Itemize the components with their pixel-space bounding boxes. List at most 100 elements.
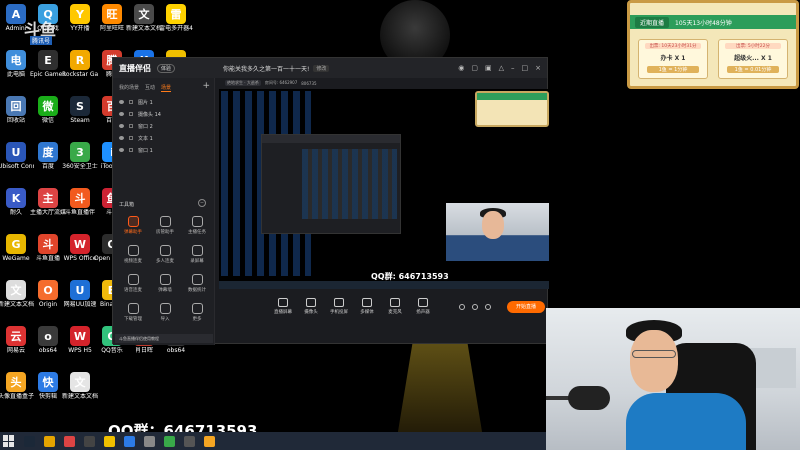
eye-icon[interactable] (119, 100, 124, 104)
lock-icon[interactable] (129, 136, 133, 140)
taskbar-app-icon[interactable] (24, 435, 35, 447)
control-button[interactable]: 多媒体 (353, 298, 381, 315)
taskbar-app-icon[interactable] (184, 435, 195, 447)
edit-room-button[interactable]: 修改 (313, 64, 330, 72)
control-button[interactable]: 麦克风 (381, 298, 409, 315)
taskbar-app-icon[interactable] (64, 435, 75, 447)
scene-row[interactable]: 窗口 1 (119, 144, 208, 156)
record-icon[interactable] (472, 304, 478, 310)
desktop-icon[interactable]: UUbisoft Connect (0, 142, 34, 170)
taskbar-app-icon[interactable] (104, 435, 115, 447)
tool-button[interactable]: 弹幕助手 (117, 216, 149, 235)
control-button[interactable]: 手机投屏 (325, 298, 353, 315)
desktop-icon[interactable]: 斗斗鱼直播 (30, 234, 66, 262)
tutorial-link[interactable]: 斗鱼直播伴侣使用教程 (115, 334, 213, 343)
control-button[interactable]: 摄像头 (297, 298, 325, 315)
minimize-icon[interactable]: – (511, 64, 515, 72)
tool-icon (191, 303, 203, 314)
taskbar-app-icon[interactable] (204, 435, 215, 447)
collapse-icon[interactable]: − (198, 199, 206, 207)
maximize-icon[interactable]: □ (522, 64, 529, 72)
app-version-badge[interactable]: 体验 (157, 63, 176, 73)
desktop-icon[interactable]: W WPS Office (62, 234, 98, 262)
stream-preview[interactable]: QQ群: 646713593 (219, 89, 549, 289)
video-icon[interactable] (459, 304, 465, 310)
desktop-icon[interactable]: 头头像直播盒子 (0, 372, 34, 400)
tool-button[interactable]: 导入 (149, 303, 181, 322)
tool-button[interactable]: 房管助手 (149, 216, 181, 235)
desktop-icon[interactable]: 文新建文本文档 (6) (62, 372, 98, 400)
desktop-icon[interactable]: 回回收站 (0, 96, 34, 124)
desktop-icon[interactable]: 主主播大厅流媒体 (30, 188, 66, 216)
scene-row[interactable]: 文本 1 (119, 132, 208, 144)
app-icon: 回 (6, 96, 26, 116)
desktop-icon[interactable]: W WPS H5 (62, 326, 98, 354)
tool-button[interactable]: 语音连麦 (117, 274, 149, 293)
desktop-icon[interactable]: 斗斗鱼直播伴 (62, 188, 98, 216)
desktop-icon[interactable]: Y YY开播 (62, 4, 98, 32)
desktop-icon-label: WeGame (2, 255, 30, 262)
tool-button[interactable]: 视频连麦 (117, 245, 149, 264)
panel-tab[interactable]: 我的场景 (119, 84, 139, 92)
scene-row[interactable]: 窗口 2 (119, 120, 208, 132)
tool-icon (159, 216, 171, 227)
lock-icon[interactable] (129, 148, 133, 152)
streaming-app-window: 直播伴侣 体验 你能关我多久之第一百一十一天! 修改 ◉ ▢ ▣ △ – □ ×… (112, 57, 549, 345)
window-icon[interactable]: ▢ (471, 64, 478, 72)
scene-row[interactable]: 摄像头 14 (119, 108, 208, 120)
eye-icon[interactable] (119, 124, 124, 128)
tool-button[interactable]: 主播任务 (181, 216, 213, 235)
taskbar-app-icon[interactable] (144, 435, 155, 447)
taskbar-app-icon[interactable] (124, 435, 135, 447)
game-category[interactable]: 绝地求生 · 大逃杀 (225, 80, 261, 86)
desktop-icon[interactable]: G WeGame (0, 234, 34, 262)
app-icon: 斗 (70, 188, 90, 208)
eye-icon[interactable] (119, 136, 124, 140)
desktop-icon[interactable]: 雷雷电多开器4 (158, 4, 194, 32)
avatar-icon[interactable]: ◉ (458, 64, 464, 72)
desktop-icon[interactable]: o obs64 (30, 326, 66, 354)
eye-icon[interactable] (119, 148, 124, 152)
close-icon[interactable]: × (535, 64, 541, 72)
desktop-icon[interactable]: O Origin (30, 280, 66, 308)
tool-button[interactable]: 数据统计 (181, 274, 213, 293)
control-button[interactable]: 直播屏幕 (269, 298, 297, 315)
desktop-icon[interactable]: S Steam (62, 96, 98, 124)
lock-icon[interactable] (129, 124, 133, 128)
lock-icon[interactable] (129, 112, 133, 116)
lock-icon[interactable] (129, 100, 133, 104)
panel-tab[interactable]: 场景 (161, 84, 172, 92)
start-live-button[interactable]: 开始直播 (507, 301, 545, 313)
stream-controls: 直播屏幕 摄像头 手机投屏 多媒体 麦克风 扬声器 开始直播 (219, 298, 549, 326)
desktop-icon[interactable]: 快快剪辑 (30, 372, 66, 400)
desktop-icon[interactable]: 度百度 (30, 142, 66, 170)
control-button[interactable]: 扬声器 (409, 298, 437, 315)
desktop-icon[interactable]: RRockstar Games... (62, 50, 98, 78)
tool-button[interactable]: 多人连麦 (149, 245, 181, 264)
tool-button[interactable]: 更多 (181, 303, 213, 322)
taskbar-app-icon[interactable] (164, 435, 175, 447)
bag-icon[interactable]: ▣ (485, 64, 492, 72)
desktop-icon[interactable]: 电此电脑 (0, 50, 34, 78)
scene-row[interactable]: 图片 1 (119, 96, 208, 108)
desktop-icon[interactable]: 云网易云 (0, 326, 34, 354)
desktop-icon[interactable]: EEpic Games Launcher (30, 50, 66, 78)
tool-button[interactable]: 弹幕墙 (149, 274, 181, 293)
settings-icon[interactable] (485, 304, 491, 310)
desktop-icon[interactable]: 3 360安全卫士 (62, 142, 98, 170)
taskbar-app-icon[interactable] (84, 435, 95, 447)
eye-icon[interactable] (119, 112, 124, 116)
bell-icon[interactable]: △ (499, 64, 504, 72)
panel-tab[interactable]: 互动 (145, 84, 155, 92)
desktop-icon[interactable]: 文新建文本文档 (5) (0, 280, 34, 308)
start-button[interactable] (3, 435, 15, 447)
desktop-icon[interactable]: 旺阿里旺旺 (94, 4, 130, 32)
desktop-icon[interactable]: 文新建文本文档 (3) (126, 4, 162, 32)
desktop-icon[interactable]: U 网易UU加速 (62, 280, 98, 308)
desktop-icon[interactable]: K 耐久 (0, 188, 34, 216)
add-scene-icon[interactable]: + (202, 81, 210, 91)
desktop-icon[interactable]: 微微信 (30, 96, 66, 124)
taskbar-app-icon[interactable] (44, 435, 55, 447)
tool-button[interactable]: 录屏幕 (181, 245, 213, 264)
tool-button[interactable]: 下载管理 (117, 303, 149, 322)
